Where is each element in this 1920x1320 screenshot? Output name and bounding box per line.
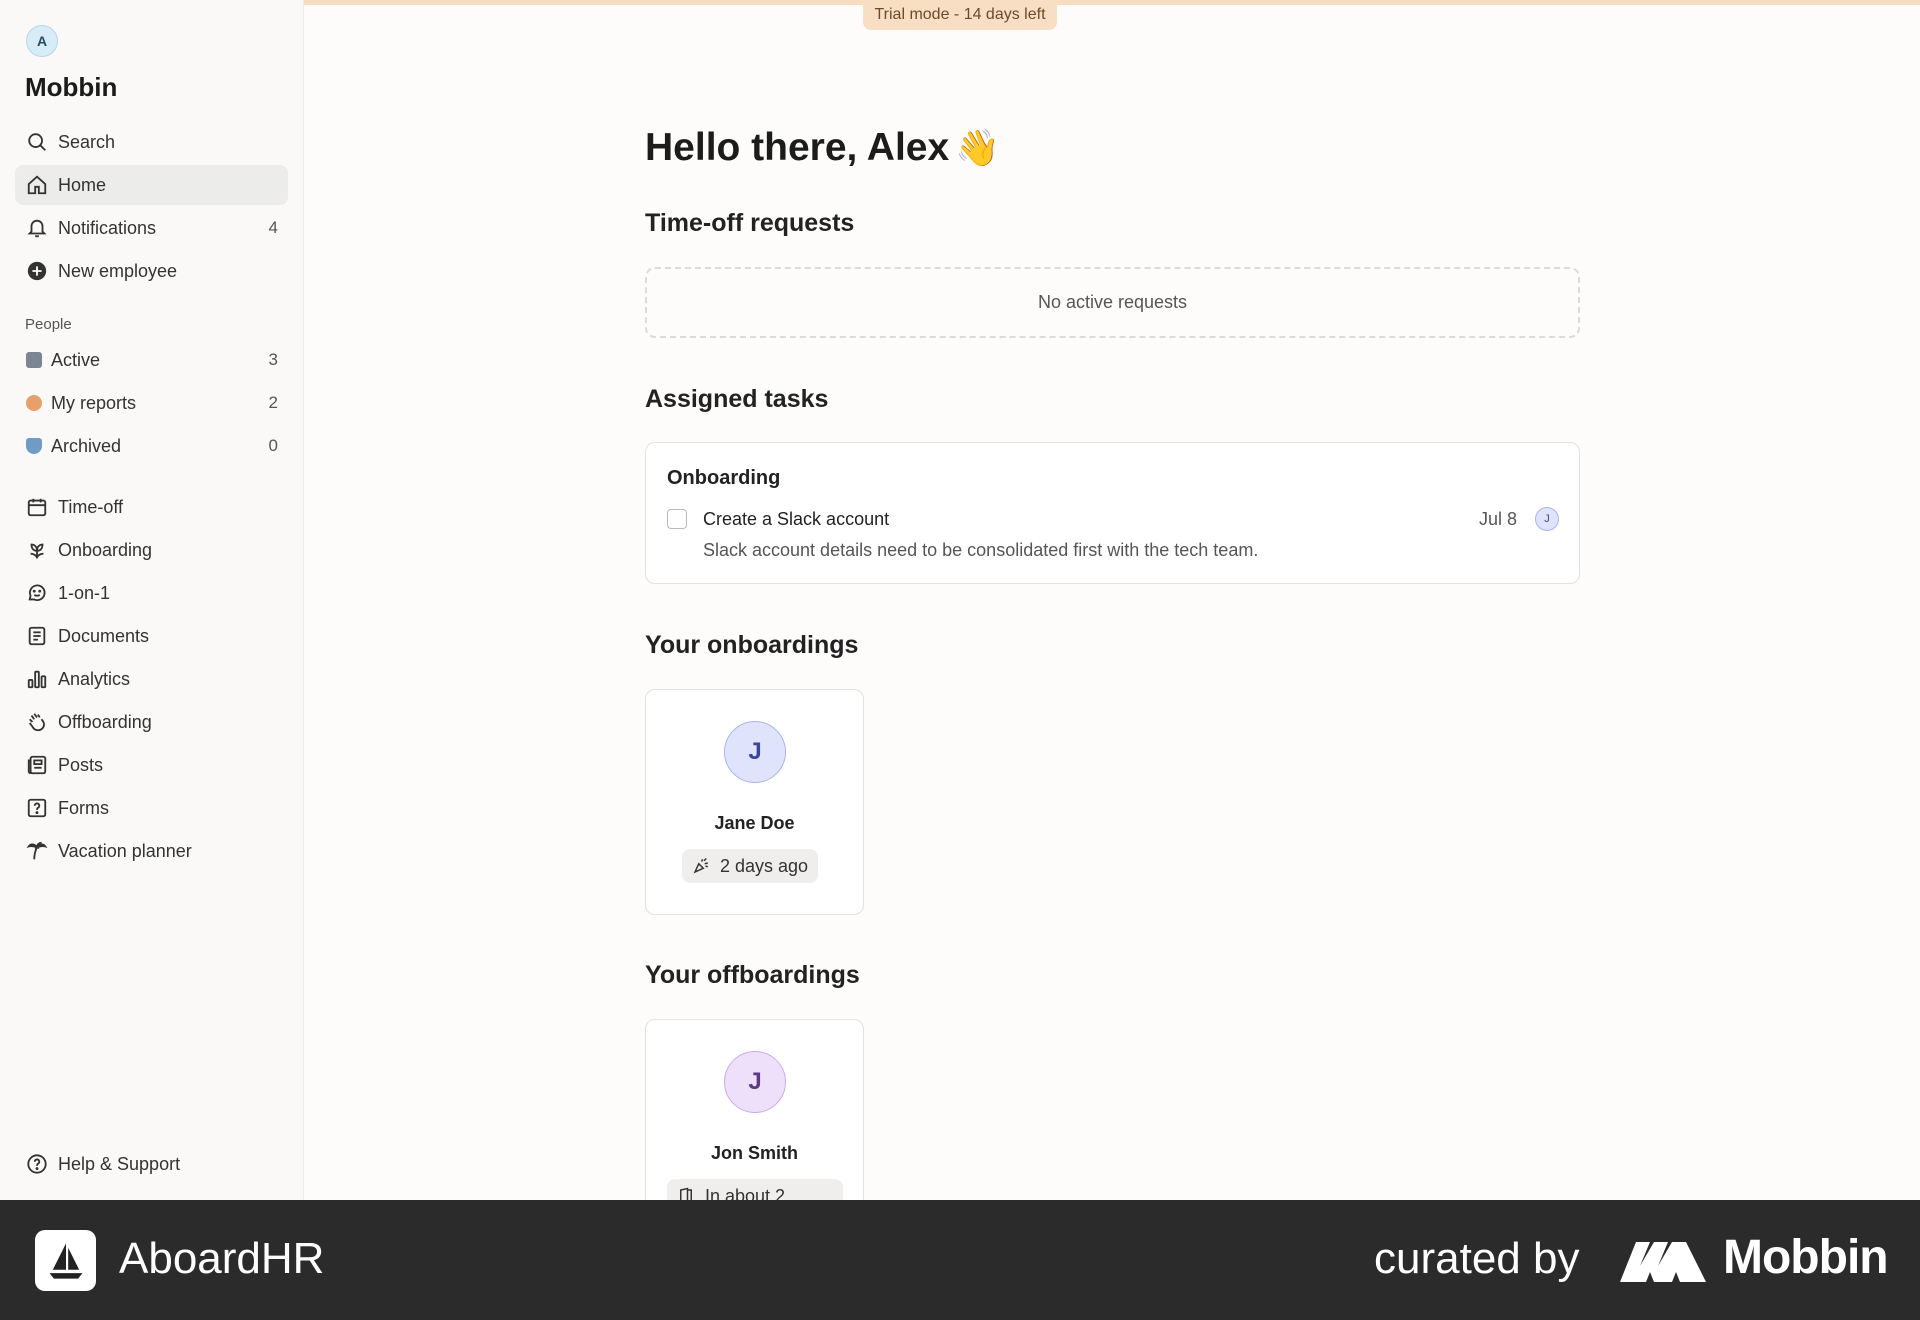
sidebar-item-onboarding[interactable]: Onboarding xyxy=(15,530,288,570)
task-card: Onboarding Create a Slack account Slack … xyxy=(645,442,1580,584)
task-description: Slack account details need to be consoli… xyxy=(703,540,1259,560)
task-group-title: Onboarding xyxy=(667,467,781,489)
sidebar-item-offboarding[interactable]: Offboarding xyxy=(15,702,288,742)
trial-mode-banner[interactable]: Trial mode - 14 days left xyxy=(863,0,1057,30)
sidebar-item-search[interactable]: Search xyxy=(15,122,288,162)
sidebar-item-label: Documents xyxy=(58,625,150,646)
sidebar-item-label: Home xyxy=(58,174,107,195)
task-checkbox[interactable] xyxy=(667,509,687,529)
sidebar: A Mobbin Search Home Notifications 4 New… xyxy=(0,0,304,1200)
wave-hand-icon xyxy=(26,711,48,733)
sidebar-item-label: My reports xyxy=(51,392,137,413)
onboarding-card[interactable]: J Jane Doe 2 days ago xyxy=(645,689,864,915)
notifications-count: 4 xyxy=(268,218,278,237)
person-name: Jane Doe xyxy=(714,813,795,833)
status-badge: 2 days ago xyxy=(682,849,819,883)
sidebar-item-label: Notifications xyxy=(58,217,157,238)
chat-smile-icon xyxy=(26,582,48,604)
search-icon xyxy=(26,131,48,153)
sidebar-item-label: 1-on-1 xyxy=(58,582,111,603)
sidebar-item-label: Active xyxy=(51,349,101,370)
timeoff-empty-state: No active requests xyxy=(645,267,1580,338)
task-due-date: Jul 8 xyxy=(1478,509,1517,529)
task-assignee-avatar[interactable]: J xyxy=(1535,507,1559,531)
archive-emoji-icon xyxy=(26,438,42,454)
your-offboardings-heading: Your offboardings xyxy=(645,961,860,989)
my-reports-count: 2 xyxy=(268,393,278,412)
mobbin-footer: AboardHR curated by Mobbin xyxy=(0,1200,1920,1320)
task-name[interactable]: Create a Slack account xyxy=(703,509,889,530)
badge-label: 2 days ago xyxy=(720,855,809,876)
plus-circle-icon xyxy=(26,260,48,282)
aboardhr-logo-icon xyxy=(35,1230,96,1291)
person-name: Jon Smith xyxy=(710,1143,798,1163)
sidebar-item-label: Vacation planner xyxy=(58,840,192,861)
mobbin-wordmark: Mobbin xyxy=(1723,1231,1889,1284)
sidebar-item-new-employee[interactable]: New employee xyxy=(15,251,288,291)
sidebar-item-documents[interactable]: Documents xyxy=(15,616,288,656)
sidebar-item-label: Forms xyxy=(58,797,109,818)
newspaper-icon xyxy=(26,754,48,776)
bear-emoji-icon xyxy=(26,395,42,411)
sidebar-item-vacation-planner[interactable]: Vacation planner xyxy=(15,831,288,871)
sidebar-item-label: Analytics xyxy=(58,668,131,689)
sidebar-item-label: Onboarding xyxy=(58,539,153,560)
help-circle-icon xyxy=(26,1153,48,1175)
sidebar-item-label: Offboarding xyxy=(58,711,152,732)
timeoff-requests-heading: Time-off requests xyxy=(645,209,855,237)
bell-icon xyxy=(26,217,48,239)
sidebar-item-time-off[interactable]: Time-off xyxy=(15,487,288,527)
sidebar-item-analytics[interactable]: Analytics xyxy=(15,659,288,699)
archived-count: 0 xyxy=(268,436,278,455)
calendar-icon xyxy=(26,496,48,518)
sidebar-item-my-reports[interactable]: My reports 2 xyxy=(15,383,288,423)
sidebar-item-active[interactable]: Active 3 xyxy=(15,340,288,380)
sidebar-item-notifications[interactable]: Notifications 4 xyxy=(15,208,288,248)
document-icon xyxy=(26,625,48,647)
party-popper-icon xyxy=(693,857,708,874)
sidebar-item-home[interactable]: Home xyxy=(15,165,288,205)
bar-chart-icon xyxy=(26,668,48,690)
avatar: J xyxy=(724,721,786,783)
question-square-icon xyxy=(26,797,48,819)
workspace-name[interactable]: Mobbin xyxy=(25,72,117,103)
avatar: J xyxy=(724,1051,786,1113)
sidebar-item-label: Search xyxy=(58,131,116,152)
sidebar-item-forms[interactable]: Forms xyxy=(15,788,288,828)
app-name: AboardHR xyxy=(119,1234,325,1283)
workspace-avatar[interactable]: A xyxy=(26,25,58,57)
flower-icon xyxy=(26,539,48,561)
sidebar-item-label: Help & Support xyxy=(58,1153,181,1174)
sidebar-item-posts[interactable]: Posts xyxy=(15,745,288,785)
page-title: Hello there, Alex 👋 xyxy=(645,126,1000,169)
sidebar-item-label: Archived xyxy=(51,435,122,456)
people-section-label: People xyxy=(25,316,72,333)
building-emoji-icon xyxy=(26,352,42,368)
home-icon xyxy=(26,174,48,196)
palm-tree-icon xyxy=(26,840,48,862)
sidebar-item-archived[interactable]: Archived 0 xyxy=(15,426,288,466)
curated-by-label: curated by xyxy=(1374,1234,1580,1283)
assigned-tasks-heading: Assigned tasks xyxy=(645,385,829,413)
sidebar-item-label: Posts xyxy=(58,754,104,775)
active-count: 3 xyxy=(268,350,278,369)
sidebar-item-label: New employee xyxy=(58,260,178,281)
waving-hand-emoji: 👋 xyxy=(955,127,1000,168)
mobbin-logo-icon xyxy=(1620,1242,1706,1282)
sidebar-item-1-on-1[interactable]: 1-on-1 xyxy=(15,573,288,613)
sidebar-item-label: Time-off xyxy=(58,496,124,517)
your-onboardings-heading: Your onboardings xyxy=(645,631,859,659)
sidebar-item-help-support[interactable]: Help & Support xyxy=(15,1144,288,1184)
